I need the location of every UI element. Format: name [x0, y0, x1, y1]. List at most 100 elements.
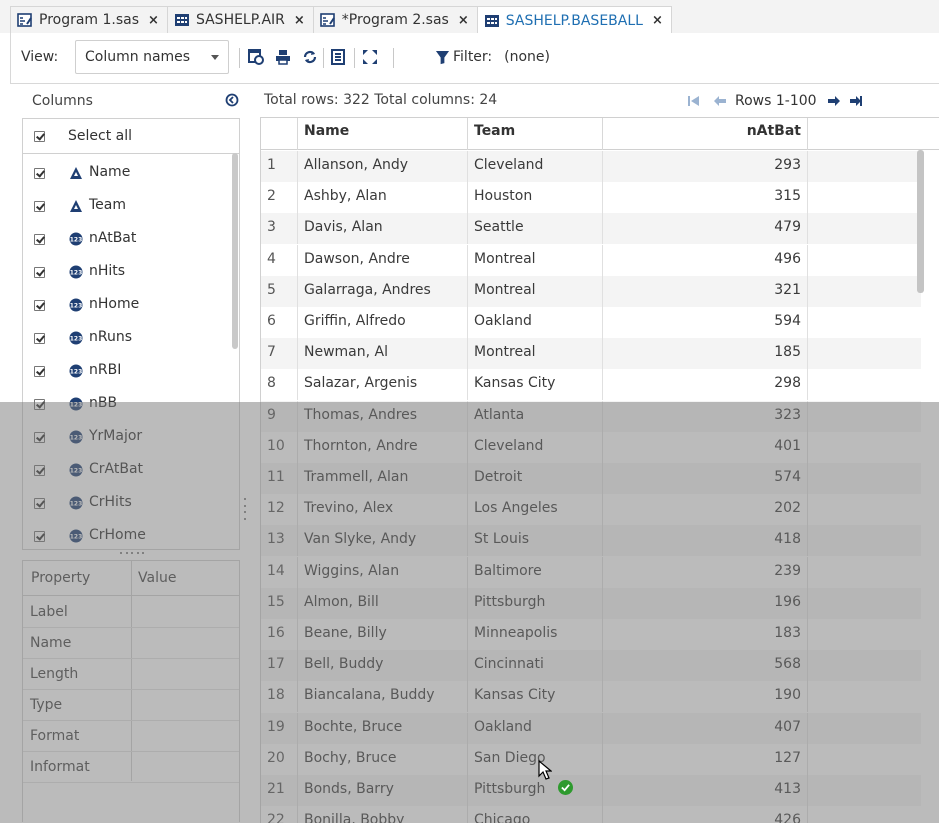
close-icon[interactable]: × — [148, 13, 159, 28]
row-number-cell[interactable]: 10 — [261, 431, 298, 463]
table-properties-icon[interactable] — [329, 48, 347, 66]
name-cell[interactable]: Trevino, Alex — [298, 494, 468, 526]
team-cell[interactable]: Montreal — [468, 275, 603, 307]
name-cell[interactable]: Bochy, Bruce — [298, 743, 468, 775]
column-header-team[interactable]: Team — [468, 118, 603, 150]
row-number-cell[interactable]: 21 — [261, 775, 298, 806]
team-cell[interactable]: Los Angeles — [468, 494, 603, 526]
team-cell[interactable]: Oakland — [468, 307, 603, 338]
name-cell[interactable]: Ashby, Alan — [298, 182, 468, 214]
row-number-cell[interactable]: 4 — [261, 244, 298, 276]
natbat-cell[interactable]: 293 — [603, 151, 808, 182]
table-row[interactable]: 7 Newman, Al Montreal 185 — [261, 338, 921, 370]
team-cell[interactable]: Baltimore — [468, 556, 603, 588]
natbat-cell[interactable]: 298 — [603, 369, 808, 401]
row-number-cell[interactable]: 19 — [261, 712, 298, 744]
natbat-cell[interactable]: 127 — [603, 743, 808, 775]
name-cell[interactable]: Thomas, Andres — [298, 400, 468, 432]
table-row[interactable]: 15 Almon, Bill Pittsburgh 196 — [261, 587, 921, 619]
table-row[interactable]: 3 Davis, Alan Seattle 479 — [261, 213, 921, 245]
table-row[interactable]: 22 Bonilla, Bobby Chicago 426 — [261, 806, 921, 823]
column-item[interactable]: Name — [23, 155, 235, 188]
select-all-checkbox[interactable] — [34, 131, 45, 142]
name-cell[interactable]: Bonds, Barry — [298, 775, 468, 806]
column-item[interactable]: 123 nHits — [23, 254, 235, 287]
column-checkbox[interactable] — [34, 498, 45, 509]
maximize-icon[interactable] — [361, 48, 379, 66]
natbat-cell[interactable]: 568 — [603, 650, 808, 682]
column-checkbox[interactable] — [34, 168, 45, 179]
team-cell[interactable]: Detroit — [468, 463, 603, 494]
row-number-cell[interactable]: 14 — [261, 556, 298, 588]
natbat-cell[interactable]: 401 — [603, 431, 808, 463]
refresh-table-icon[interactable] — [247, 48, 265, 66]
row-number-cell[interactable]: 2 — [261, 182, 298, 214]
column-item[interactable]: 123 YrMajor — [23, 419, 235, 452]
column-checkbox[interactable] — [34, 432, 45, 443]
natbat-cell[interactable]: 315 — [603, 182, 808, 214]
tab-3[interactable]: SASHELP.BASEBALL × — [476, 6, 672, 34]
team-cell[interactable]: Chicago — [468, 806, 603, 823]
row-number-cell[interactable]: 5 — [261, 275, 298, 307]
table-row[interactable]: 17 Bell, Buddy Cincinnati 568 — [261, 650, 921, 682]
row-number-cell[interactable]: 22 — [261, 806, 298, 823]
table-row[interactable]: 1 Allanson, Andy Cleveland 293 — [261, 151, 921, 182]
team-cell[interactable]: Cincinnati — [468, 650, 603, 682]
table-row[interactable]: 18 Biancalana, Buddy Kansas City 190 — [261, 681, 921, 713]
column-item[interactable]: Team — [23, 188, 235, 221]
table-row[interactable]: 14 Wiggins, Alan Baltimore 239 — [261, 556, 921, 588]
name-cell[interactable]: Almon, Bill — [298, 587, 468, 619]
column-checkbox[interactable] — [34, 366, 45, 377]
row-number-cell[interactable]: 13 — [261, 525, 298, 557]
team-cell[interactable]: Montreal — [468, 338, 603, 370]
column-checkbox[interactable] — [34, 399, 45, 410]
row-number-cell[interactable]: 18 — [261, 681, 298, 713]
name-cell[interactable]: Newman, Al — [298, 338, 468, 370]
close-icon[interactable]: × — [294, 13, 305, 28]
last-page-icon[interactable] — [847, 94, 865, 108]
natbat-cell[interactable]: 594 — [603, 307, 808, 338]
name-cell[interactable]: Trammell, Alan — [298, 463, 468, 494]
natbat-cell[interactable]: 407 — [603, 712, 808, 744]
row-number-cell[interactable]: 9 — [261, 400, 298, 432]
team-cell[interactable]: Atlanta — [468, 400, 603, 432]
natbat-cell[interactable]: 202 — [603, 494, 808, 526]
row-number-cell[interactable]: 11 — [261, 463, 298, 494]
table-row[interactable]: 5 Galarraga, Andres Montreal 321 — [261, 275, 921, 307]
column-checkbox[interactable] — [34, 234, 45, 245]
natbat-cell[interactable]: 185 — [603, 338, 808, 370]
select-all-row[interactable]: Select all — [23, 119, 239, 154]
name-cell[interactable]: Wiggins, Alan — [298, 556, 468, 588]
close-icon[interactable]: × — [652, 13, 663, 28]
natbat-cell[interactable]: 323 — [603, 400, 808, 432]
table-row[interactable]: 6 Griffin, Alfredo Oakland 594 — [261, 307, 921, 338]
table-row[interactable]: 12 Trevino, Alex Los Angeles 202 — [261, 494, 921, 526]
next-page-icon[interactable] — [825, 94, 843, 108]
name-cell[interactable]: Griffin, Alfredo — [298, 307, 468, 338]
team-cell[interactable]: San Diego — [468, 743, 603, 775]
team-cell[interactable]: Minneapolis — [468, 619, 603, 650]
row-number-cell[interactable]: 17 — [261, 650, 298, 682]
natbat-cell[interactable]: 239 — [603, 556, 808, 588]
team-cell[interactable]: Cleveland — [468, 431, 603, 463]
team-cell[interactable]: Pittsburgh — [468, 587, 603, 619]
column-checkbox[interactable] — [34, 465, 45, 476]
view-select[interactable]: Column names — [75, 40, 229, 74]
column-item[interactable]: 123 CrHits — [23, 485, 235, 518]
name-cell[interactable]: Bochte, Bruce — [298, 712, 468, 744]
print-icon[interactable] — [274, 48, 292, 66]
table-row[interactable]: 20 Bochy, Bruce San Diego 127 — [261, 743, 921, 775]
column-item[interactable]: 123 CrHome — [23, 518, 235, 549]
team-cell[interactable]: Kansas City — [468, 681, 603, 713]
table-row[interactable]: 8 Salazar, Argenis Kansas City 298 — [261, 369, 921, 401]
table-row[interactable]: 11 Trammell, Alan Detroit 574 — [261, 463, 921, 494]
column-item[interactable]: 123 CrAtBat — [23, 452, 235, 485]
table-row[interactable]: 13 Van Slyke, Andy St Louis 418 — [261, 525, 921, 557]
table-row[interactable]: 16 Beane, Billy Minneapolis 183 — [261, 619, 921, 650]
team-cell[interactable]: Houston — [468, 182, 603, 214]
natbat-cell[interactable]: 426 — [603, 806, 808, 823]
name-cell[interactable]: Biancalana, Buddy — [298, 681, 468, 713]
refresh-icon[interactable] — [301, 48, 319, 66]
table-row[interactable]: 10 Thornton, Andre Cleveland 401 — [261, 431, 921, 463]
team-cell[interactable]: Kansas City — [468, 369, 603, 401]
